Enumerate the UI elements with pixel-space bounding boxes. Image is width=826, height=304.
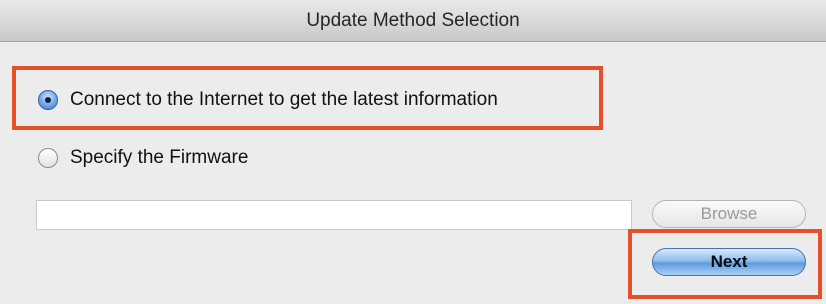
firmware-option[interactable]: Specify the Firmware — [38, 147, 248, 169]
browse-button[interactable]: Browse — [652, 200, 806, 228]
internet-option-highlight — [12, 66, 603, 130]
firmware-radio-button[interactable] — [38, 148, 58, 168]
title-bar: Update Method Selection — [0, 0, 826, 42]
next-button-highlight — [628, 229, 822, 299]
window-title: Update Method Selection — [306, 9, 520, 31]
browse-button-label: Browse — [700, 204, 758, 223]
firmware-path-input[interactable] — [36, 200, 632, 230]
firmware-option-label: Specify the Firmware — [70, 147, 249, 168]
update-method-dialog: Update Method Selection Connect to the I… — [0, 0, 826, 304]
